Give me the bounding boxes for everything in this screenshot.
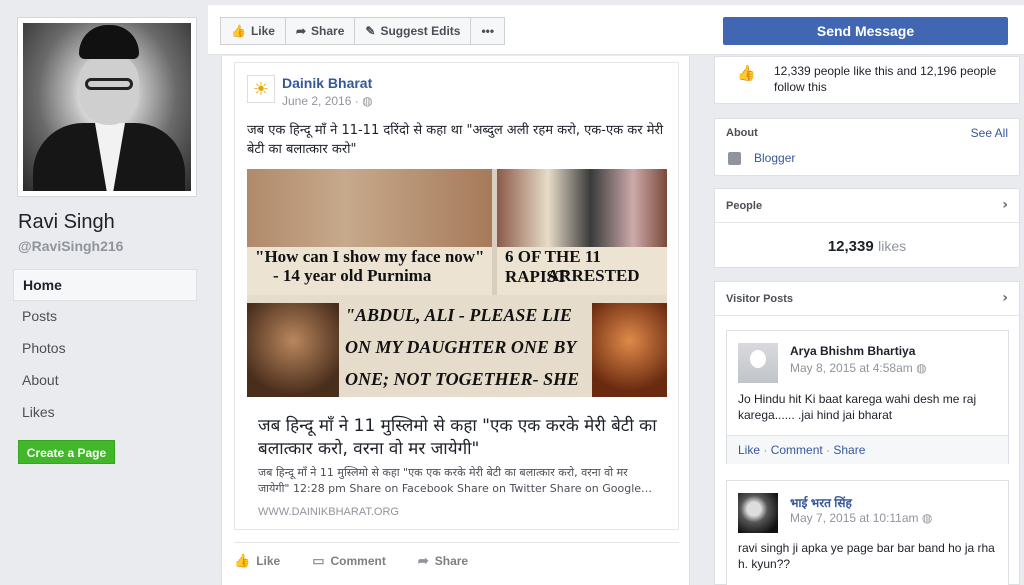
headline-4: ARRESTED	[547, 266, 640, 285]
people-box: People › 12,339 likes	[714, 188, 1020, 268]
visitor-post-text: ravi singh ji apka ye page bar bar band …	[738, 541, 995, 571]
nav-item-posts[interactable]: Posts	[13, 301, 197, 333]
like-page-label: Like	[250, 24, 275, 38]
post-action-bar: 👍 Like ▭ Comment ➦ Share	[234, 542, 679, 578]
create-page-button[interactable]: Create a Page	[18, 440, 115, 464]
thumbs-up-icon: 👍	[231, 24, 246, 38]
news-collage-image[interactable]: "How can I show my face now" - 14 year o…	[247, 169, 667, 397]
visitor-share-link[interactable]: Share	[833, 443, 865, 457]
people-likes-count: 12,339 likes	[715, 238, 1019, 256]
likes-number: 12,339	[827, 238, 874, 255]
post-like-button[interactable]: 👍 Like	[234, 553, 280, 569]
nav-item-photos[interactable]: Photos	[13, 333, 197, 365]
action-button-group: 👍 Like ➦ Share ✎ Suggest Edits •••	[220, 17, 506, 45]
nav-item-likes[interactable]: Likes	[13, 397, 197, 429]
page-username[interactable]: @RaviSingh216	[18, 238, 123, 254]
headline-2: - 14 year old Purnima	[273, 266, 432, 285]
share-arrow-icon: ➦	[417, 552, 429, 568]
see-all-link[interactable]: See All	[971, 126, 1008, 140]
post-share-button[interactable]: ➦ Share	[418, 553, 468, 569]
headline-6: ON MY DAUGHTER ONE BY	[345, 337, 577, 357]
visitor-comment-link[interactable]: Comment	[771, 443, 823, 457]
globe-icon: ◍	[916, 361, 927, 375]
visitor-post-date[interactable]: May 8, 2015 at 4:58am ◍	[790, 361, 927, 375]
chevron-right-icon[interactable]: ›	[1002, 197, 1008, 213]
feed-post: ☀ Dainik Bharat June 2, 2016 · ◍ जब एक ह…	[221, 56, 690, 585]
likes-unit: likes	[878, 238, 907, 254]
link-description[interactable]: जब हिन्दू माँ ने 11 मुस्लिमो से कहा "एक …	[258, 465, 658, 497]
briefcase-icon	[728, 152, 741, 165]
avatar[interactable]	[738, 343, 778, 383]
avatar[interactable]	[738, 493, 778, 533]
post-comment-label: Comment	[330, 553, 386, 568]
globe-icon: ◍	[362, 94, 373, 108]
visitor-post-date-text: May 8, 2015 at 4:58am	[790, 361, 913, 375]
left-sidebar: Ravi Singh @RaviSingh216 Home Posts Phot…	[0, 0, 208, 585]
like-page-button[interactable]: 👍 Like	[220, 17, 286, 45]
people-heading[interactable]: People	[726, 200, 762, 212]
visitor-post-actions: Like · Comment · Share	[727, 435, 1008, 464]
post-date-text: June 2, 2016 ·	[282, 94, 359, 108]
post-share-label: Share	[434, 553, 469, 568]
pencil-icon: ✎	[365, 24, 376, 38]
share-page-button[interactable]: ➦ Share	[284, 17, 356, 45]
shared-post: ☀ Dainik Bharat June 2, 2016 · ◍ जब एक ह…	[234, 62, 679, 530]
post-like-label: Like	[256, 553, 281, 568]
headline-1: "How can I show my face now"	[255, 247, 485, 266]
chevron-right-icon[interactable]: ›	[1002, 290, 1008, 306]
nav-item-home[interactable]: Home	[13, 269, 197, 301]
about-box: About See All Blogger	[714, 118, 1020, 176]
profile-photo	[23, 23, 191, 191]
page-title[interactable]: Ravi Singh	[18, 211, 115, 234]
thumbs-up-icon: 👍	[234, 552, 251, 568]
thumbs-up-icon: 👍	[737, 64, 756, 82]
visitor-name[interactable]: भाई भरत सिंह	[790, 494, 852, 511]
visitor-name[interactable]: Arya Bhishm Bhartiya	[790, 344, 915, 358]
send-message-button[interactable]: Send Message	[723, 17, 1008, 45]
page-nav: Home Posts Photos About Likes	[13, 269, 197, 429]
headline-5: "ABDUL, ALI - PLEASE LIE	[345, 305, 572, 325]
globe-icon: ◍	[921, 511, 933, 525]
post-text: जब एक हिन्दू माँ ने 11-11 दरिंदो से कहा …	[247, 123, 664, 157]
more-options-button[interactable]: •••	[470, 17, 506, 45]
share-page-label: Share	[311, 24, 345, 38]
link-title[interactable]: जब हिन्दू माँ ने 11 मुस्लिमो से कहा "एक …	[258, 415, 658, 461]
suggest-edits-label: Suggest Edits	[380, 24, 461, 38]
visitor-post-date-text: May 7, 2015 at 10:11am	[790, 511, 919, 525]
source-logo-icon[interactable]: ☀	[247, 75, 275, 103]
share-arrow-icon: ➦	[295, 24, 307, 38]
visitor-post-text: Jo Hindu hit Ki baat karega wahi desh me…	[738, 392, 977, 422]
page-action-bar: 👍 Like ➦ Share ✎ Suggest Edits ••• Send …	[208, 5, 1024, 55]
profile-picture[interactable]	[17, 17, 197, 197]
likes-summary-box: 👍 12,339 people like this and 12,196 peo…	[714, 56, 1020, 104]
visitor-post: Arya Bhishm Bhartiya May 8, 2015 at 4:58…	[726, 330, 1009, 464]
divider	[715, 222, 1019, 223]
visitor-like-link[interactable]: Like	[738, 443, 760, 457]
visitor-posts-heading[interactable]: Visitor Posts	[726, 293, 793, 305]
divider	[715, 315, 1019, 316]
link-domain[interactable]: WWW.DAINIKBHARAT.ORG	[258, 506, 399, 518]
visitor-post: भाई भरत सिंह May 7, 2015 at 10:11am ◍ ra…	[726, 480, 1009, 585]
more-options-label: •••	[481, 24, 495, 38]
visitor-post-date[interactable]: May 7, 2015 at 10:11am ◍	[790, 511, 932, 525]
post-comment-button[interactable]: ▭ Comment	[312, 553, 386, 569]
source-name[interactable]: Dainik Bharat	[282, 75, 372, 91]
visitor-posts-box: Visitor Posts › Arya Bhishm Bhartiya May…	[714, 281, 1020, 585]
suggest-edits-button[interactable]: ✎ Suggest Edits	[354, 17, 472, 45]
comment-icon: ▭	[312, 552, 325, 568]
nav-item-about[interactable]: About	[13, 365, 197, 397]
headline-7: ONE; NOT TOGETHER- SHE	[345, 369, 580, 389]
likes-follow-text: 12,339 people like this and 12,196 peopl…	[774, 64, 997, 94]
about-heading[interactable]: About	[726, 127, 758, 139]
category-link[interactable]: Blogger	[754, 151, 795, 165]
post-date[interactable]: June 2, 2016 · ◍	[282, 94, 373, 108]
